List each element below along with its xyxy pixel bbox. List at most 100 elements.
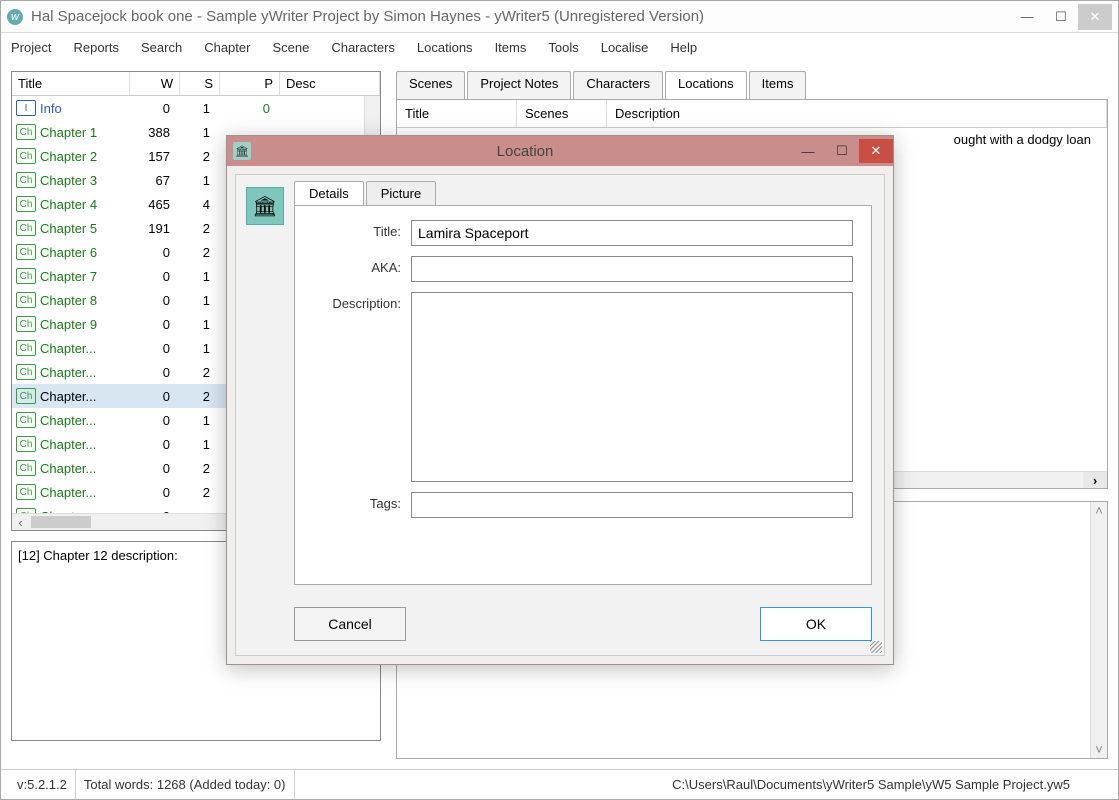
chapter-title: Chapter 9 — [40, 317, 130, 332]
tab-locations[interactable]: Locations — [665, 71, 747, 99]
chapter-wordcount: 0 — [130, 437, 180, 452]
chapter-wordcount: 465 — [130, 197, 180, 212]
label-title: Title: — [313, 220, 411, 239]
chapter-scenes: 2 — [180, 245, 220, 260]
menubar: Project Reports Search Chapter Scene Cha… — [1, 33, 1118, 61]
chapter-scenes: 1 — [180, 413, 220, 428]
chapter-scenes: 1 — [180, 293, 220, 308]
chapter-wordcount: 0 — [130, 485, 180, 500]
chapter-scenes: 2 — [180, 485, 220, 500]
description-text: [12] Chapter 12 description: — [18, 548, 178, 563]
content-vscrollbar[interactable]: ˄ ˅ — [1090, 502, 1107, 758]
chapter-title: Chapter 2 — [40, 149, 130, 164]
minimize-button[interactable]: — — [1010, 4, 1044, 30]
col-w[interactable]: W — [130, 72, 180, 95]
col-desc[interactable]: Desc — [280, 72, 380, 95]
chapter-wordcount: 0 — [130, 389, 180, 404]
ok-button[interactable]: OK — [760, 607, 872, 641]
chapter-title: Chapter 1 — [40, 125, 130, 140]
chapter-badge-icon: I — [16, 100, 36, 116]
col-s[interactable]: S — [180, 72, 220, 95]
tab-project-notes[interactable]: Project Notes — [467, 71, 571, 99]
close-button[interactable]: ✕ — [1078, 4, 1112, 30]
location-large-icon: 🏛 — [246, 187, 284, 225]
right-tabs: Scenes Project Notes Characters Location… — [396, 71, 1108, 99]
chapter-scenes: 1 — [180, 173, 220, 188]
chapter-badge-icon: Ch — [16, 268, 36, 284]
status-words: Total words: 1268 (Added today: 0) — [76, 770, 295, 799]
chapter-badge-icon: Ch — [16, 172, 36, 188]
menu-characters[interactable]: Characters — [331, 40, 395, 55]
chapter-badge-icon: Ch — [16, 340, 36, 356]
col-title[interactable]: Title — [12, 72, 130, 95]
statusbar: v:5.2.1.2 Total words: 1268 (Added today… — [1, 769, 1118, 799]
tab-picture[interactable]: Picture — [366, 181, 436, 206]
loc-col-scenes[interactable]: Scenes — [517, 100, 607, 127]
aka-input[interactable] — [411, 256, 853, 282]
loc-col-title[interactable]: Title — [397, 100, 517, 127]
status-version: v:5.2.1.2 — [9, 770, 76, 799]
scroll-thumb[interactable] — [31, 516, 91, 528]
label-tags: Tags: — [313, 492, 411, 511]
dialog-maximize-button[interactable]: ☐ — [825, 139, 859, 163]
chapter-row[interactable]: IInfo010 — [12, 96, 380, 120]
title-input[interactable] — [411, 220, 853, 246]
chapter-scenes: 4 — [180, 197, 220, 212]
chapter-title: Chapter... — [40, 437, 130, 452]
dialog-title: Location — [259, 143, 791, 160]
chapter-scenes: 1 — [180, 341, 220, 356]
chapter-badge-icon: Ch — [16, 220, 36, 236]
chapter-title: Chapter... — [40, 413, 130, 428]
location-dialog: 🏛 Location — ☐ ✕ 🏛 Details Picture Title… — [226, 135, 894, 665]
menu-localise[interactable]: Localise — [601, 40, 649, 55]
dialog-minimize-button[interactable]: — — [791, 139, 825, 163]
maximize-button[interactable]: ☐ — [1044, 4, 1078, 30]
tab-scenes[interactable]: Scenes — [396, 71, 465, 99]
menu-locations[interactable]: Locations — [417, 40, 473, 55]
chapter-wordcount: 0 — [130, 317, 180, 332]
chapter-scenes: 2 — [180, 365, 220, 380]
chapter-wordcount: 0 — [130, 341, 180, 356]
status-path: C:\Users\Raul\Documents\yWriter5 Sample\… — [672, 777, 1110, 792]
cancel-button[interactable]: Cancel — [294, 607, 406, 641]
app-icon: w — [7, 9, 23, 25]
location-icon: 🏛 — [233, 142, 251, 160]
menu-reports[interactable]: Reports — [73, 40, 119, 55]
menu-search[interactable]: Search — [141, 40, 182, 55]
tags-input[interactable] — [411, 492, 853, 518]
chapter-scenes: 1 — [180, 125, 220, 140]
col-p[interactable]: P — [220, 72, 280, 95]
loc-col-desc[interactable]: Description — [607, 100, 1107, 127]
chapter-wordcount: 157 — [130, 149, 180, 164]
menu-chapter[interactable]: Chapter — [204, 40, 250, 55]
scroll-up-icon[interactable]: ˄ — [1091, 502, 1107, 519]
scroll-left-icon[interactable]: ‹ — [12, 514, 29, 530]
chapter-wordcount: 0 — [130, 269, 180, 284]
chapter-badge-icon: Ch — [16, 124, 36, 140]
menu-scene[interactable]: Scene — [272, 40, 309, 55]
chapter-title: Chapter... — [40, 341, 130, 356]
chapter-title: Chapter... — [40, 389, 130, 404]
main-titlebar[interactable]: w Hal Spacejock book one - Sample yWrite… — [1, 1, 1118, 33]
scroll-down-icon[interactable]: ˅ — [1091, 741, 1107, 758]
dialog-close-button[interactable]: ✕ — [859, 139, 893, 163]
menu-help[interactable]: Help — [670, 40, 697, 55]
tab-details[interactable]: Details — [294, 181, 364, 206]
chapter-scenes: 1 — [180, 437, 220, 452]
chapter-wordcount: 0 — [130, 461, 180, 476]
chapter-badge-icon: Ch — [16, 148, 36, 164]
resize-grip-icon[interactable] — [870, 641, 882, 653]
tab-characters[interactable]: Characters — [573, 71, 663, 99]
description-textarea[interactable] — [411, 292, 853, 482]
tab-items[interactable]: Items — [749, 71, 807, 99]
chapter-title: Chapter... — [40, 461, 130, 476]
menu-items[interactable]: Items — [495, 40, 527, 55]
dialog-titlebar[interactable]: 🏛 Location — ☐ ✕ — [227, 136, 893, 166]
menu-tools[interactable]: Tools — [548, 40, 578, 55]
chapter-title: Chapter 8 — [40, 293, 130, 308]
scroll-right-arrow[interactable]: › — [1083, 472, 1107, 488]
chapter-title: Chapter 6 — [40, 245, 130, 260]
chapter-badge-icon: Ch — [16, 244, 36, 260]
menu-project[interactable]: Project — [11, 40, 51, 55]
chapter-badge-icon: Ch — [16, 388, 36, 404]
